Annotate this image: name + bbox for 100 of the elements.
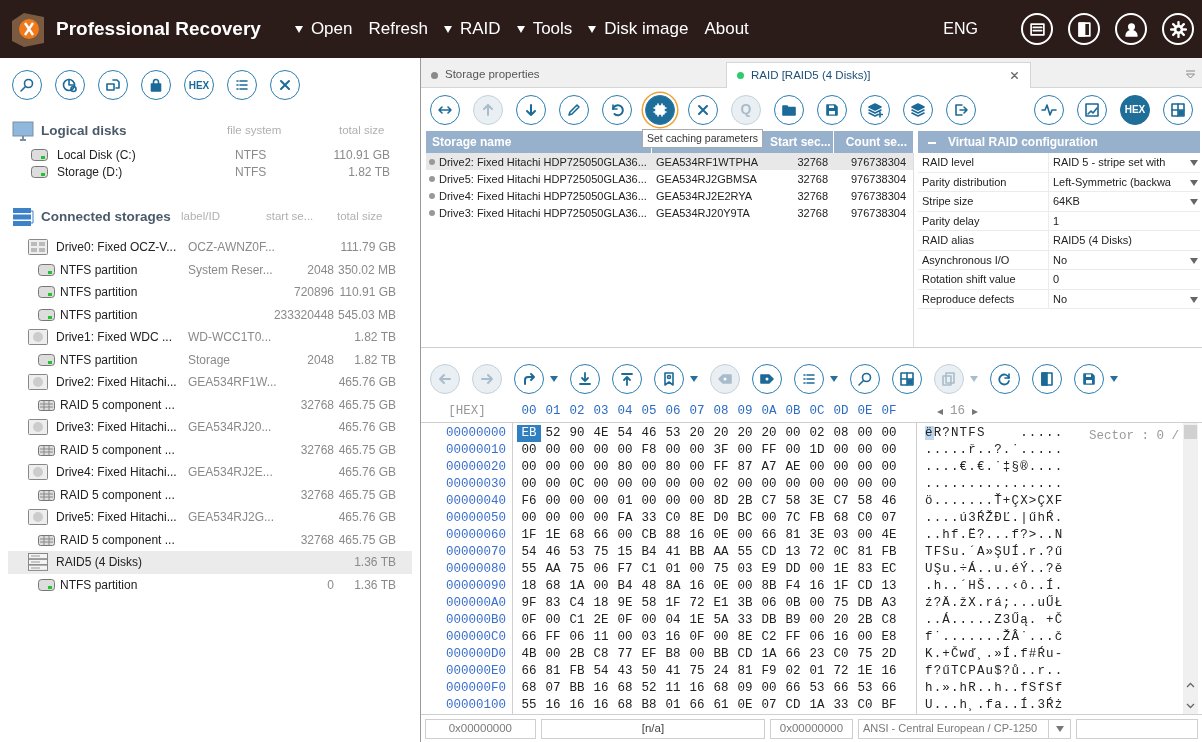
hex-byte[interactable]: 54 (613, 424, 637, 442)
hex-byte[interactable]: 66 (517, 628, 541, 646)
hex-byte[interactable]: 00 (661, 441, 685, 459)
hex-byte[interactable]: 00 (517, 441, 541, 459)
table-row[interactable]: Drive2: Fixed Hitachi HDP725050GLA36... GEA534RF1WTPHA 32768 976738304 (426, 153, 913, 171)
files-button[interactable] (98, 70, 128, 100)
hex-byte[interactable]: 8E (733, 628, 757, 646)
hex-byte[interactable]: 33 (637, 509, 661, 527)
hex-byte[interactable]: 75 (685, 662, 709, 680)
hex-byte[interactable]: 02 (781, 662, 805, 680)
caret-icon[interactable] (1110, 375, 1118, 382)
hex-byte[interactable]: 66 (589, 526, 613, 544)
hex-byte[interactable]: 00 (877, 424, 901, 442)
dropdown-icon[interactable] (1190, 160, 1198, 167)
hex-byte[interactable]: 66 (829, 679, 853, 697)
hex-byte[interactable]: 75 (709, 560, 733, 578)
disk-name[interactable]: Local Disk (C:) (57, 146, 136, 164)
tree-row[interactable]: NTFS partition 720896 110.91 GB (8, 281, 412, 304)
hex-byte[interactable]: 03 (733, 560, 757, 578)
list-button[interactable] (794, 363, 824, 394)
hex-byte[interactable]: 20 (685, 424, 709, 442)
hex-byte[interactable]: 87 (733, 458, 757, 476)
hex-byte[interactable]: 83 (853, 560, 877, 578)
hex-byte[interactable]: 00 (685, 492, 709, 510)
hex-byte[interactable]: 1E (853, 662, 877, 680)
hex-byte[interactable]: C2 (757, 628, 781, 646)
hex-byte[interactable]: 72 (829, 662, 853, 680)
hex-byte[interactable]: 72 (685, 594, 709, 612)
hex-byte[interactable]: CD (781, 696, 805, 714)
tab[interactable]: RAID [RAID5 (4 Disks)] (726, 62, 1031, 88)
tree-row[interactable]: Drive1: Fixed WDC ... WD-WCC1T0... 1.82 TB (8, 326, 412, 349)
dropdown-icon[interactable] (1190, 179, 1198, 186)
hex-byte[interactable]: 53 (805, 679, 829, 697)
hex-byte[interactable]: 1E (829, 560, 853, 578)
hex-byte[interactable]: 46 (541, 543, 565, 561)
hex-byte[interactable]: B8 (661, 645, 685, 663)
hex-byte[interactable]: 1E (685, 611, 709, 629)
hex-byte[interactable]: BB (565, 679, 589, 697)
hex-byte[interactable]: DB (853, 594, 877, 612)
hex-byte[interactable]: 5A (709, 611, 733, 629)
hex-byte[interactable]: 00 (805, 458, 829, 476)
hex-byte[interactable]: AA (541, 560, 565, 578)
hex-byte[interactable]: 00 (685, 560, 709, 578)
hex-byte[interactable]: 00 (757, 475, 781, 493)
hex-byte[interactable]: 33 (733, 611, 757, 629)
hex-byte[interactable]: 01 (661, 696, 685, 714)
hex-byte[interactable]: 11 (589, 628, 613, 646)
hex-byte[interactable]: 20 (733, 424, 757, 442)
hex-byte[interactable]: C4 (565, 594, 589, 612)
hex-byte[interactable]: 52 (541, 424, 565, 442)
hex-byte[interactable]: 16 (805, 577, 829, 595)
property-value[interactable]: 1 (1053, 212, 1060, 230)
hex-byte[interactable]: 68 (565, 526, 589, 544)
menu-item[interactable]: Tools (508, 16, 581, 42)
hex-byte[interactable]: 81 (853, 543, 877, 561)
hex-byte[interactable]: FF (541, 628, 565, 646)
menu-item[interactable]: About (696, 16, 757, 42)
decrease-width-icon[interactable] (937, 408, 943, 415)
hex-byte[interactable]: 00 (781, 441, 805, 459)
hex-byte[interactable]: 4E (877, 526, 901, 544)
hex-byte[interactable]: 00 (517, 509, 541, 527)
tree-row[interactable]: Drive0: Fixed OCZ-V... OCZ-AWNZ0F... 111.79 GB (8, 236, 412, 259)
hex-byte[interactable]: 41 (661, 662, 685, 680)
hex-byte[interactable]: 00 (589, 441, 613, 459)
hex-byte[interactable]: 90 (565, 424, 589, 442)
hex-byte[interactable]: 68 (541, 577, 565, 595)
caret-icon[interactable] (690, 375, 698, 382)
analyze-button[interactable] (55, 70, 85, 100)
tab[interactable]: Storage properties (421, 62, 726, 88)
hex-byte[interactable]: FF (757, 441, 781, 459)
account-button[interactable] (1115, 13, 1147, 45)
tree-row[interactable]: NTFS partition 233320448 545.03 MB (8, 303, 412, 326)
hex-byte[interactable]: 00 (589, 492, 613, 510)
hex-byte[interactable]: 01 (613, 492, 637, 510)
dropdown-icon[interactable] (1190, 257, 1198, 264)
hex-button[interactable]: HEX (184, 70, 214, 100)
hex-byte[interactable]: EB (517, 424, 541, 442)
hex-byte[interactable]: 07 (877, 509, 901, 527)
hex-byte[interactable]: 00 (613, 526, 637, 544)
hex-byte[interactable]: 00 (685, 475, 709, 493)
hex-byte[interactable]: 00 (829, 475, 853, 493)
hex-byte[interactable]: 75 (589, 543, 613, 561)
hex-byte[interactable]: 68 (517, 679, 541, 697)
disk-name[interactable]: Storage (D:) (57, 163, 123, 181)
hex-byte[interactable]: 88 (661, 526, 685, 544)
hex-byte[interactable]: 00 (637, 492, 661, 510)
save-button[interactable] (1074, 363, 1104, 394)
hex-byte[interactable]: 1E (541, 526, 565, 544)
hex-byte[interactable]: 00 (853, 424, 877, 442)
hex-byte[interactable]: 66 (757, 526, 781, 544)
scrollbar[interactable] (1183, 422, 1198, 714)
increase-width-icon[interactable] (972, 408, 978, 415)
hex-byte[interactable]: 1A (805, 696, 829, 714)
hex-byte[interactable]: BB (685, 543, 709, 561)
hex-byte[interactable]: 54 (589, 662, 613, 680)
property-value[interactable]: RAID5 (4 Disks) (1053, 232, 1132, 249)
hex-byte[interactable]: 1F (829, 577, 853, 595)
hex-byte[interactable]: 0F (613, 611, 637, 629)
download-button[interactable] (570, 363, 600, 394)
hex-byte[interactable]: DB (757, 611, 781, 629)
